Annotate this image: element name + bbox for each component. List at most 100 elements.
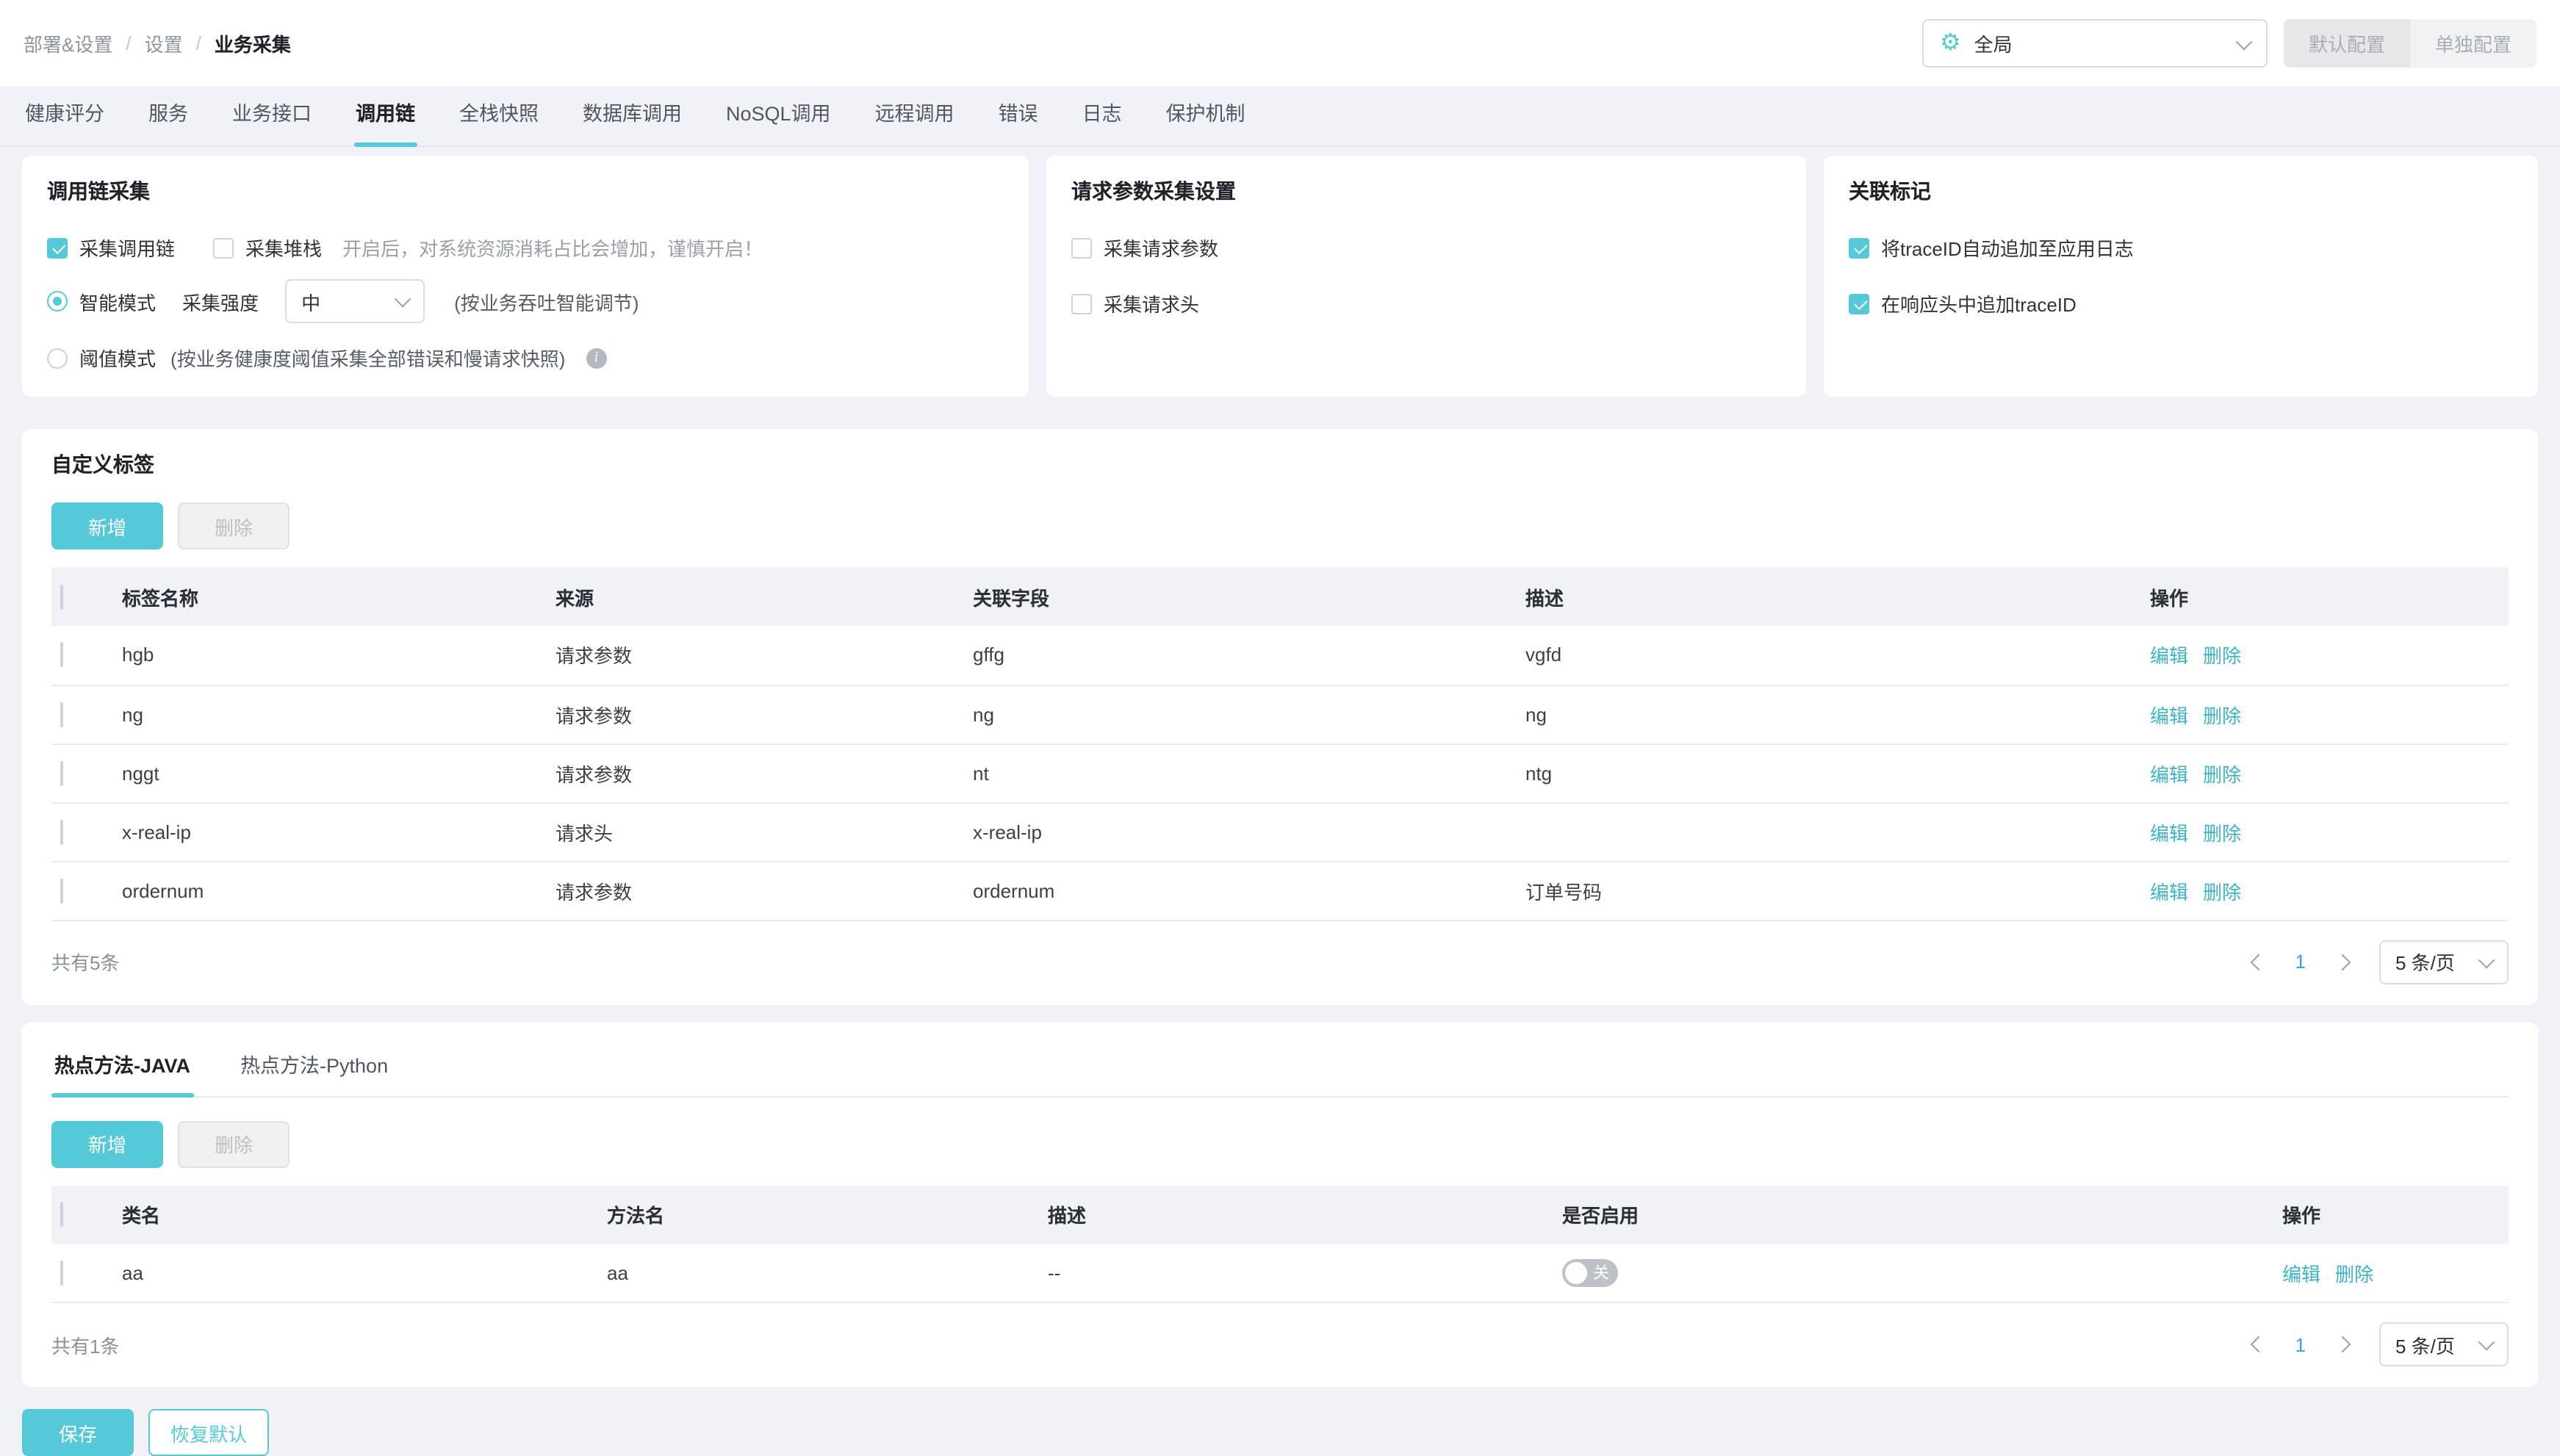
add-method-button[interactable]: 新增 [51,1120,164,1167]
next-page-button[interactable] [2332,1334,2353,1355]
smart-mode-row: 智能模式 采集强度 中 (按业务吞吐智能调节) [47,279,1004,323]
delete-link[interactable]: 删除 [2203,881,2241,903]
column-header: 关联字段 [973,587,1050,609]
option-row: 采集请求头 [1071,289,1781,317]
option-label: 采集请求参数 [1104,238,1219,260]
edit-link[interactable]: 编辑 [2150,763,2188,785]
row-select-cell [51,743,110,802]
tab-服务[interactable]: 服务 [147,97,190,145]
tab-调用链[interactable]: 调用链 [354,97,417,147]
threshold-mode-radio[interactable] [47,347,68,368]
card-correlation: 关联标记 将traceID自动追加至应用日志 在响应头中追加traceID [1824,156,2538,397]
scope-select[interactable]: ⚙ 全局 [1921,19,2268,68]
tab-日志[interactable]: 日志 [1081,97,1123,145]
delete-method-button[interactable]: 删除 [178,1120,290,1167]
breadcrumb-item[interactable]: 设置 [145,29,183,57]
enable-toggle[interactable]: 关 [1562,1258,1618,1287]
column-header: 描述 [1525,587,1564,609]
tab-全栈快照[interactable]: 全栈快照 [458,97,540,145]
table-row: ng 请求参数 ng ng 编辑 删除 [51,685,2509,743]
table-row: x-real-ip 请求头 x-real-ip 编辑 删除 [51,802,2509,861]
select-all-checkbox[interactable] [60,584,63,609]
tag-desc-cell [1514,802,2138,861]
breadcrumb-item[interactable]: 部署&设置 [24,29,112,57]
tag-field-cell: nt [973,762,989,784]
delete-link[interactable]: 删除 [2203,763,2241,785]
default-config-button[interactable]: 默认配置 [2283,19,2410,68]
chevron-left-icon [2250,1336,2267,1353]
reset-default-button[interactable]: 恢复默认 [148,1409,270,1456]
row-checkbox[interactable] [60,878,63,903]
top-bar: 部署&设置 / 设置 / 业务采集 ⚙ 全局 默认配置 单独配置 [0,0,2560,87]
table-row: nggt 请求参数 nt ntg 编辑 删除 [51,743,2509,802]
page-size-select[interactable]: 5 条/页 [2379,1322,2509,1366]
option-checkbox[interactable] [1071,293,1092,314]
tab-业务接口[interactable]: 业务接口 [231,97,313,145]
pager: 1 5 条/页 [2248,940,2509,984]
tab-健康评分[interactable]: 健康评分 [24,97,106,145]
row-checkbox[interactable] [60,702,63,727]
prev-page-button[interactable] [2248,1334,2269,1355]
delete-link[interactable]: 删除 [2203,646,2241,668]
tab-数据库调用[interactable]: 数据库调用 [581,97,683,145]
tab-热点方法-JAVA[interactable]: 热点方法-JAVA [51,1042,193,1097]
row-checkbox[interactable] [60,642,63,668]
custom-tags-table: 标签名称 来源 关联字段 描述 操作 hgb 请求参数 gffg vgfd 编辑 删除 ng 请求参数… [51,567,2509,920]
save-button[interactable]: 保存 [22,1409,134,1456]
chevron-down-icon [2478,951,2495,968]
info-icon[interactable]: i [586,347,607,368]
tag-name-cell: hgb [122,644,154,666]
row-checkbox[interactable] [60,760,63,785]
custom-tags-table-body: hgb 请求参数 gffg vgfd 编辑 删除 ng 请求参数 ng ng 编辑 删除 nggt 请求参… [51,626,2509,920]
edit-link[interactable]: 编辑 [2282,1264,2320,1286]
prev-page-button[interactable] [2248,951,2269,972]
chevron-down-icon [2478,1333,2495,1351]
edit-link[interactable]: 编辑 [2150,881,2188,903]
row-actions-cell: 编辑 删除 [2270,1244,2509,1302]
threshold-mode-row: 阈值模式 (按业务健康度阈值采集全部错误和慢请求快照) i [47,344,1004,372]
page-size-select[interactable]: 5 条/页 [2379,940,2509,984]
table-row: hgb 请求参数 gffg vgfd 编辑 删除 [51,626,2509,685]
option-checkbox[interactable] [1849,293,1869,314]
card-title: 请求参数采集设置 [1071,179,1236,203]
table-row: ordernum 请求参数 ordernum 订单号码 编辑 删除 [51,861,2509,920]
tab-热点方法-Python[interactable]: 热点方法-Python [237,1042,391,1095]
next-page-button[interactable] [2332,951,2353,972]
collect-stack-checkbox[interactable] [213,237,234,258]
custom-tags-panel: 自定义标签 新增 删除 标签名称 来源 关联字段 描述 操作 hgb 请求参数 gffg vg… [22,429,2538,1004]
tag-source-cell: 请求头 [555,822,614,844]
delete-tag-button[interactable]: 删除 [178,502,290,549]
page-size-value: 5 条/页 [2395,952,2455,974]
edit-link[interactable]: 编辑 [2150,646,2188,668]
option-checkbox[interactable] [1849,237,1869,258]
delete-link[interactable]: 删除 [2335,1264,2373,1286]
tab-NoSQL调用[interactable]: NoSQL调用 [725,97,833,145]
column-header: 类名 [122,1205,161,1227]
row-checkbox[interactable] [60,1260,63,1286]
collect-trace-checkbox[interactable] [47,237,68,258]
strength-select[interactable]: 中 [285,279,425,323]
delete-link[interactable]: 删除 [2203,822,2241,844]
tab-远程调用[interactable]: 远程调用 [874,97,956,145]
edit-link[interactable]: 编辑 [2150,704,2188,727]
select-all-checkbox[interactable] [60,1202,63,1227]
page-number[interactable]: 1 [2295,951,2306,973]
enabled-cell: 关 [1550,1244,2270,1302]
tag-name-cell: x-real-ip [122,821,191,843]
row-checkbox[interactable] [60,819,63,844]
page-number[interactable]: 1 [2295,1333,2306,1355]
delete-link[interactable]: 删除 [2203,704,2241,727]
separate-config-button[interactable]: 单独配置 [2409,19,2536,68]
select-all-cell [51,567,110,626]
total-count: 共有5条 [51,952,120,974]
column-header: 是否启用 [1562,1205,1639,1227]
option-checkbox[interactable] [1071,237,1092,258]
edit-link[interactable]: 编辑 [2150,822,2188,844]
tag-desc-cell: 订单号码 [1525,881,1603,903]
smart-mode-radio[interactable] [47,291,68,311]
breadcrumb-separator: / [195,32,201,54]
chevron-down-icon [2235,32,2253,50]
add-tag-button[interactable]: 新增 [51,502,164,549]
tab-错误[interactable]: 错误 [997,97,1040,145]
tab-保护机制[interactable]: 保护机制 [1165,97,1247,145]
